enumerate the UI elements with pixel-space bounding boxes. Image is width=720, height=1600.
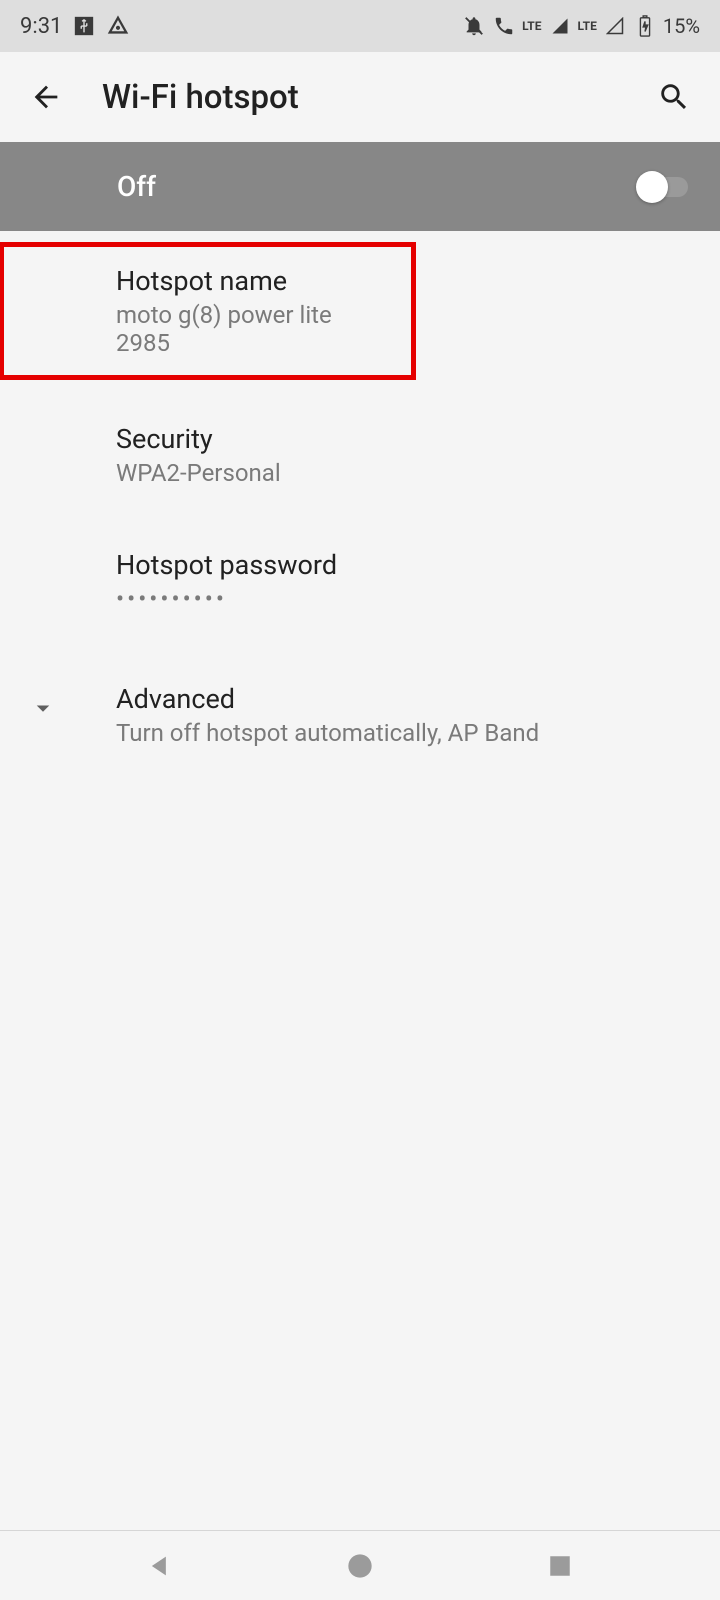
search-icon xyxy=(657,80,691,114)
call-lte-icon xyxy=(492,14,516,38)
signal-icon-2 xyxy=(603,14,627,38)
navigation-bar xyxy=(0,1530,720,1600)
switch-thumb xyxy=(636,171,668,203)
nav-circle-icon xyxy=(346,1552,374,1580)
settings-list: Hotspot name moto g(8) power lite 2985 S… xyxy=(0,231,720,1530)
setting-hotspot-password[interactable]: Hotspot password •••••••••• xyxy=(0,523,720,639)
status-bar: 9:31 LTE LTE 15% xyxy=(0,0,720,52)
back-button[interactable] xyxy=(18,69,74,125)
status-bar-right: LTE LTE 15% xyxy=(462,14,700,38)
chevron-down-icon xyxy=(28,693,58,727)
lte-label: LTE xyxy=(522,19,541,33)
dnd-icon xyxy=(462,14,486,38)
battery-charging-icon xyxy=(633,14,657,38)
usb-icon xyxy=(72,14,96,38)
triangle-alert-icon xyxy=(106,14,130,38)
setting-title: Advanced xyxy=(116,683,690,715)
setting-hotspot-name[interactable]: Hotspot name moto g(8) power lite 2985 xyxy=(0,243,415,379)
battery-percent: 15% xyxy=(663,14,700,38)
nav-recent-button[interactable] xyxy=(520,1536,600,1596)
hotspot-switch[interactable] xyxy=(636,169,692,205)
signal-icon-1 xyxy=(548,14,572,38)
setting-title: Security xyxy=(116,423,690,455)
setting-title: Hotspot password xyxy=(116,549,690,581)
nav-home-button[interactable] xyxy=(320,1536,400,1596)
setting-subtitle: moto g(8) power lite 2985 xyxy=(116,301,385,357)
setting-subtitle: Turn off hotspot automatically, AP Band xyxy=(116,719,690,747)
status-bar-left: 9:31 xyxy=(20,14,130,39)
lte-label-2: LTE xyxy=(578,19,597,33)
nav-back-button[interactable] xyxy=(120,1536,200,1596)
nav-triangle-icon xyxy=(146,1552,174,1580)
app-bar: Wi-Fi hotspot xyxy=(0,52,720,142)
setting-subtitle: WPA2-Personal xyxy=(116,459,690,487)
setting-title: Hotspot name xyxy=(116,265,385,297)
setting-subtitle: •••••••••• xyxy=(116,585,690,613)
hotspot-toggle-label: Off xyxy=(117,170,636,203)
hotspot-toggle-row[interactable]: Off xyxy=(0,142,720,231)
status-time: 9:31 xyxy=(20,14,62,39)
nav-square-icon xyxy=(547,1553,573,1579)
setting-security[interactable]: Security WPA2-Personal xyxy=(0,397,720,513)
setting-advanced[interactable]: Advanced Turn off hotspot automatically,… xyxy=(0,657,720,773)
arrow-back-icon xyxy=(29,80,63,114)
page-title: Wi-Fi hotspot xyxy=(102,78,646,117)
search-button[interactable] xyxy=(646,69,702,125)
